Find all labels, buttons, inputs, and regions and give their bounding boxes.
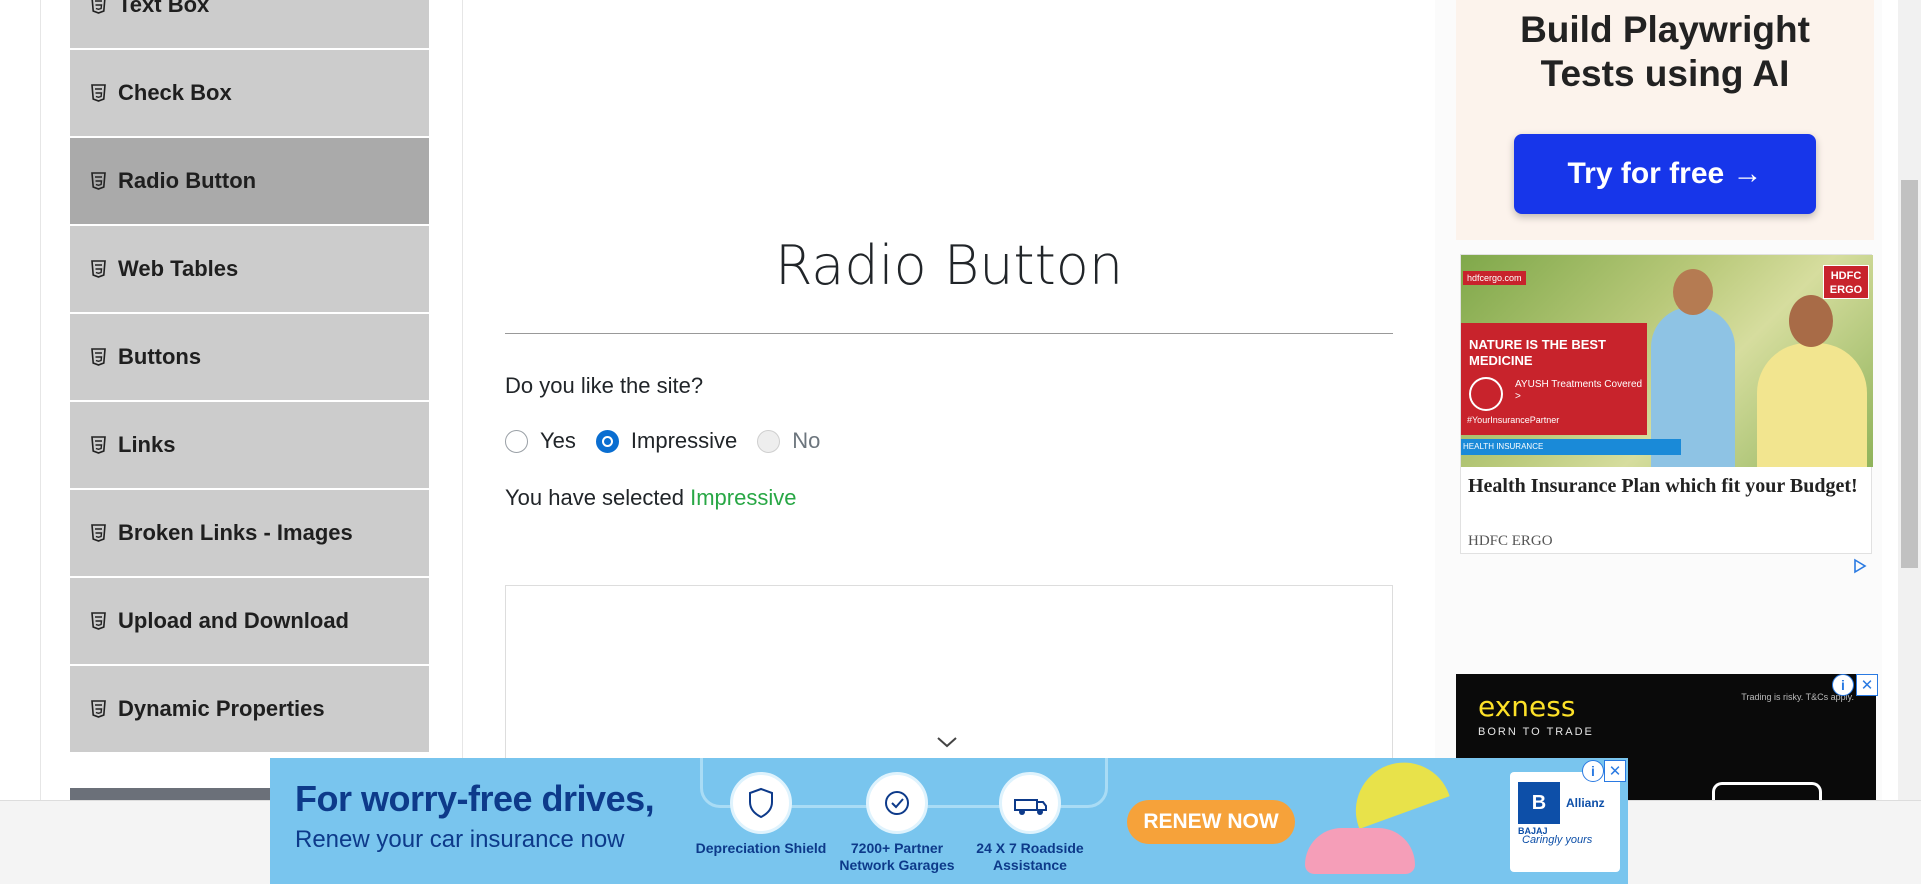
- garage-icon: [866, 772, 928, 834]
- feature-partner-garages: 7200+ Partner Network Garages: [822, 772, 972, 874]
- playwright-ad[interactable]: Build Playwright Tests using AI Try for …: [1456, 0, 1874, 240]
- shield-car-icon: [730, 772, 792, 834]
- html5-icon: [91, 348, 106, 366]
- ad-close-icon[interactable]: ✕: [1856, 674, 1878, 696]
- result-prefix: You have selected: [505, 485, 691, 510]
- person-woman-image: [1757, 295, 1867, 467]
- ad-headline: Build Playwright Tests using AI: [1456, 8, 1874, 96]
- bajaj-allianz-logo: B Allianz Caringly yours BAJAJ: [1510, 772, 1620, 872]
- menu-item-label: Web Tables: [118, 256, 239, 281]
- exness-logo: exness: [1478, 690, 1576, 723]
- menu-item-dynamic-properties[interactable]: Dynamic Properties: [70, 666, 429, 754]
- radio-no: [757, 429, 781, 453]
- html5-icon: [91, 84, 106, 102]
- radio-option-no: No: [757, 428, 820, 454]
- chevron-down-icon[interactable]: [935, 735, 959, 749]
- menu-item-check-box[interactable]: Check Box: [70, 50, 429, 138]
- radio-label-no: No: [792, 428, 821, 453]
- hdfc-ad[interactable]: hdfcergo.com HDFC ERGO NATURE IS THE BES…: [1460, 254, 1873, 554]
- radio-group: Yes Impressive No: [505, 428, 840, 454]
- hdfc-ad-advertiser: HDFC ERGO: [1468, 533, 1553, 549]
- ad-info-icon[interactable]: i: [1582, 760, 1604, 782]
- hdfc-banner-sub: AYUSH Treatments Covered >: [1515, 379, 1643, 402]
- result-value: Impressive: [690, 485, 797, 510]
- car-ad-subline: Renew your car insurance now: [295, 826, 625, 853]
- renew-now-button[interactable]: RENEW NOW: [1127, 800, 1295, 844]
- tow-truck-icon: [999, 772, 1061, 834]
- allianz-label: Allianz: [1566, 796, 1605, 810]
- menu-item-web-tables[interactable]: Web Tables: [70, 226, 429, 314]
- menu-item-label: Dynamic Properties: [118, 696, 325, 721]
- hdfc-strip: HEALTH INSURANCE: [1461, 439, 1681, 455]
- feature-depreciation-shield: Depreciation Shield: [686, 772, 836, 857]
- hdfc-brand-tag: hdfcergo.com: [1463, 271, 1526, 285]
- feature-label: 7200+ Partner Network Garages: [839, 840, 955, 873]
- scrollbar-thumb[interactable]: [1901, 180, 1918, 568]
- selection-result: You have selected Impressive: [505, 485, 796, 511]
- html5-icon: [91, 436, 106, 454]
- car-insurance-ad[interactable]: For worry-free drives, Renew your car in…: [270, 758, 1628, 884]
- feature-label: Depreciation Shield: [695, 840, 827, 856]
- menu-item-label: Check Box: [118, 80, 232, 105]
- html5-icon: [91, 0, 106, 14]
- try-for-free-button[interactable]: Try for free →: [1514, 134, 1816, 214]
- ad-headline-line-1: Build Playwright: [1520, 9, 1810, 50]
- menu-item-upload-download[interactable]: Upload and Download: [70, 578, 429, 666]
- element-menu-list: Text Box Check Box Radio Button Web Tabl…: [70, 0, 429, 754]
- menu-item-label: Broken Links - Images: [118, 520, 353, 545]
- hdfc-banner-title: NATURE IS THE BEST MEDICINE: [1469, 337, 1606, 368]
- hdfc-ad-image: hdfcergo.com HDFC ERGO NATURE IS THE BES…: [1461, 255, 1873, 467]
- html5-icon: [91, 612, 106, 630]
- hdfc-ad-title[interactable]: Health Insurance Plan which fit your Bud…: [1468, 473, 1868, 499]
- feature-roadside-assistance: 24 X 7 Roadside Assistance: [955, 772, 1105, 874]
- page-title: Radio Button: [774, 234, 1124, 297]
- html5-icon: [91, 260, 106, 278]
- radio-option-yes[interactable]: Yes: [505, 428, 576, 454]
- radio-yes[interactable]: [505, 429, 528, 453]
- feature-label: 24 X 7 Roadside Assistance: [976, 840, 1084, 873]
- ad-close-icon[interactable]: ✕: [1604, 760, 1626, 782]
- html5-icon: [91, 172, 106, 190]
- hdfc-banner: NATURE IS THE BEST MEDICINE AYUSH Treatm…: [1461, 323, 1647, 435]
- bajaj-logo-icon: B: [1518, 782, 1560, 824]
- hdfc-logo: HDFC ERGO: [1823, 265, 1869, 299]
- menu-item-links[interactable]: Links: [70, 402, 429, 490]
- pink-car-image: [1305, 828, 1415, 874]
- menu-item-label: Text Box: [118, 0, 210, 17]
- hdfc-hashtag: #YourInsurancePartner: [1467, 415, 1560, 425]
- title-divider: [505, 333, 1393, 334]
- exness-tagline: BORN TO TRADE: [1478, 726, 1594, 738]
- radio-label-yes[interactable]: Yes: [540, 428, 576, 454]
- question-label: Do you like the site?: [505, 373, 704, 398]
- ad-info-icon[interactable]: i: [1832, 674, 1854, 696]
- main-content: Radio Button Do you like the site? Yes I…: [505, 0, 1393, 884]
- menu-item-label: Links: [118, 432, 176, 457]
- menu-item-text-box[interactable]: Text Box: [70, 0, 429, 50]
- html5-icon: [91, 524, 106, 542]
- radio-impressive[interactable]: [595, 429, 619, 453]
- menu-item-buttons[interactable]: Buttons: [70, 314, 429, 402]
- bajaj-brand-label: BAJAJ: [1518, 826, 1548, 836]
- adchoices-icon[interactable]: [1852, 558, 1868, 574]
- menu-item-broken-links[interactable]: Broken Links - Images: [70, 490, 429, 578]
- umbrella-image: [1342, 758, 1450, 829]
- html5-icon: [91, 700, 106, 718]
- ayush-logo-icon: [1469, 377, 1503, 411]
- menu-item-radio-button[interactable]: Radio Button: [70, 138, 429, 226]
- menu-item-label: Upload and Download: [118, 608, 349, 633]
- menu-item-label: Radio Button: [118, 168, 257, 193]
- ad-headline-line-2: Tests using AI: [1540, 53, 1790, 94]
- menu-item-label: Buttons: [118, 344, 202, 369]
- car-ad-headline: For worry-free drives,: [295, 778, 655, 819]
- radio-label-impressive[interactable]: Impressive: [631, 428, 737, 454]
- radio-option-impressive[interactable]: Impressive: [595, 428, 737, 454]
- page-scrollbar[interactable]: [1898, 0, 1921, 800]
